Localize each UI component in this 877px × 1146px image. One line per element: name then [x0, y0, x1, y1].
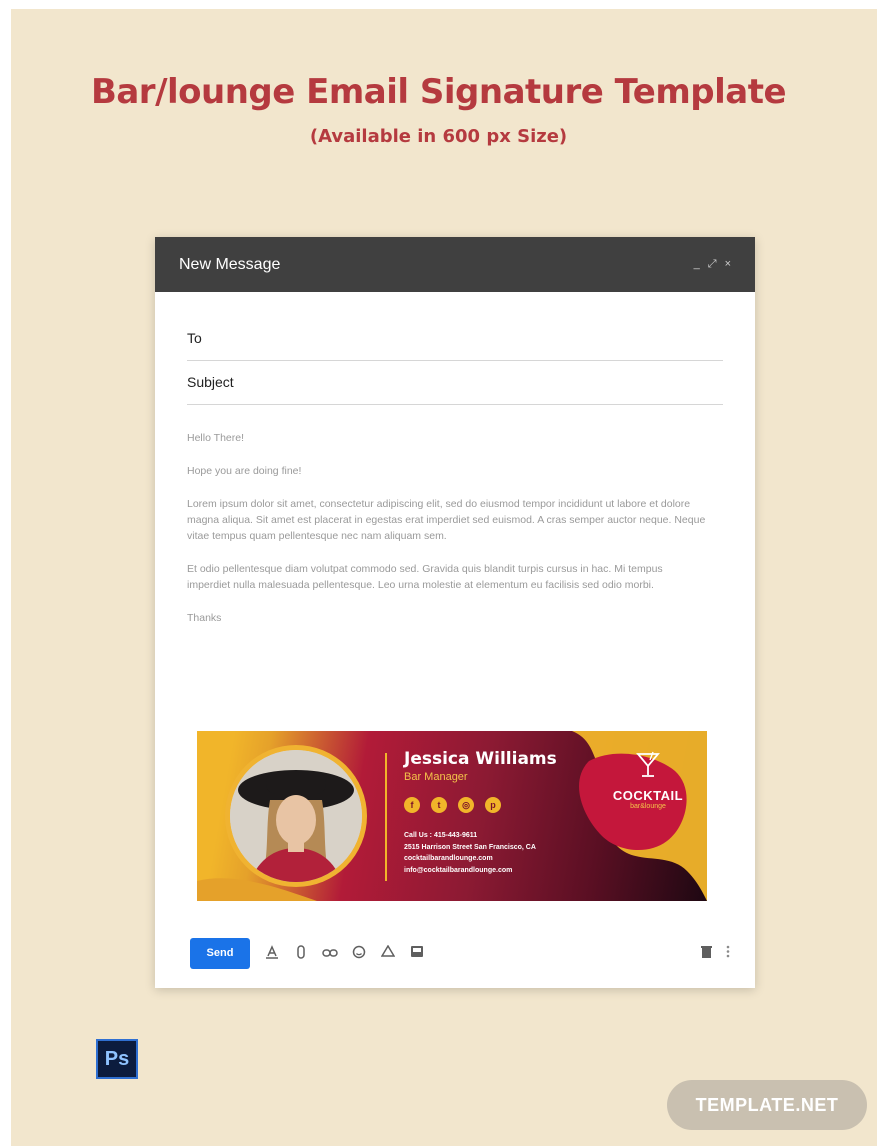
drive-icon[interactable]: [380, 944, 396, 961]
compose-right-tools: [701, 945, 730, 961]
cocktail-glass-icon: [636, 751, 660, 777]
message-body[interactable]: Hello There! Hope you are doing fine! Lo…: [187, 430, 707, 643]
attach-icon[interactable]: [293, 944, 309, 962]
subject-field[interactable]: Subject: [187, 359, 723, 405]
email-signature-banner: Jessica Williams Bar Manager f t ◎ p Cal…: [197, 731, 707, 901]
photoshop-icon: Ps: [96, 1039, 138, 1079]
logo-text: COCKTAIL: [612, 788, 684, 803]
contact-website[interactable]: cocktailbarandlounge.com: [404, 853, 536, 865]
send-button[interactable]: Send: [190, 937, 250, 969]
instagram-icon[interactable]: ◎: [458, 797, 474, 813]
trash-icon[interactable]: [701, 945, 712, 961]
body-paragraph: Lorem ipsum dolor sit amet, consectetur …: [187, 498, 706, 542]
close-icon[interactable]: ×: [725, 258, 731, 271]
template-net-logo: TEMPLATE.NET: [667, 1080, 867, 1130]
contact-phone: Call Us : 415-443-9611: [404, 832, 478, 839]
logo-subtext: bar&lounge: [630, 803, 666, 810]
signature-divider: [385, 753, 387, 881]
compose-title: New Message: [179, 255, 281, 273]
signature-contact: Call Us : 415-443-9611 2515 Harrison Str…: [404, 830, 536, 876]
text-format-icon[interactable]: [264, 944, 280, 962]
body-greeting: Hello There!: [187, 432, 245, 444]
portrait-image: [230, 750, 362, 882]
compose-header: New Message _ ⤢ ×: [155, 237, 755, 292]
compose-toolbar: Send: [190, 937, 730, 969]
compose-window: New Message _ ⤢ × To Subject Hello There…: [155, 237, 755, 988]
signature-name: Jessica Williams: [404, 749, 557, 769]
body-closing: Thanks: [187, 612, 222, 624]
contact-email[interactable]: info@cocktailbarandlounge.com: [404, 865, 536, 877]
emoji-icon[interactable]: [351, 945, 367, 962]
social-links: f t ◎ p: [404, 797, 501, 813]
page-title: Bar/lounge Email Signature Template: [90, 72, 787, 112]
profile-photo: [225, 745, 367, 887]
to-label: To: [187, 329, 202, 346]
minimize-icon[interactable]: _: [694, 258, 700, 271]
facebook-icon[interactable]: f: [404, 797, 420, 813]
to-field[interactable]: To: [187, 315, 723, 361]
twitter-icon[interactable]: t: [431, 797, 447, 813]
page-subtitle: (Available in 600 px Size): [309, 126, 568, 147]
link-icon[interactable]: [322, 946, 338, 961]
avatar: [230, 750, 362, 882]
expand-icon[interactable]: ⤢: [708, 258, 717, 271]
contact-address: 2515 Harrison Street San Francisco, CA: [404, 843, 536, 851]
pinterest-icon[interactable]: p: [485, 797, 501, 813]
signature-role: Bar Manager: [404, 771, 468, 783]
subject-label: Subject: [187, 373, 234, 390]
cocktail-logo: COCKTAIL bar&lounge: [600, 751, 696, 849]
more-options-icon[interactable]: [726, 945, 730, 961]
formatting-tools: [264, 944, 425, 962]
window-controls: _ ⤢ ×: [694, 258, 731, 271]
photo-icon[interactable]: [409, 945, 425, 961]
body-paragraph: Et odio pellentesque diam volutpat commo…: [187, 563, 663, 591]
body-line: Hope you are doing fine!: [187, 465, 302, 477]
